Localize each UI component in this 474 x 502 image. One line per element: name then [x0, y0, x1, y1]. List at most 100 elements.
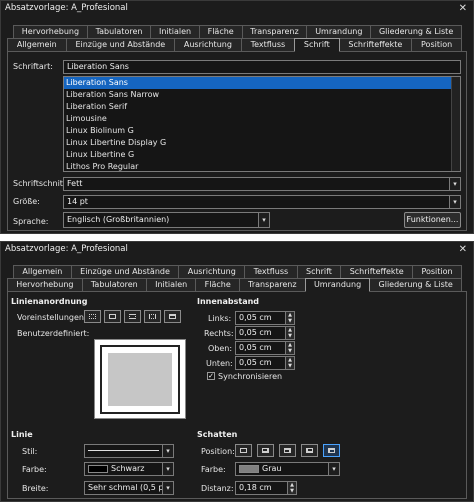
tab-row-front: Allgemein Einzüge und Abstände Ausrichtu… — [7, 38, 463, 52]
list-item[interactable]: Limousine — [64, 113, 460, 125]
shadow-bottom-left-button[interactable] — [301, 444, 318, 457]
tab-transparenz[interactable]: Transparenz — [238, 278, 306, 291]
dialog-title: Absatzvorlage: A_Profesional — [5, 3, 128, 13]
tab-schrifteffekte[interactable]: Schrifteffekte — [340, 265, 414, 278]
chevron-down-icon[interactable]: ▾ — [258, 213, 269, 227]
padding-right-input[interactable]: 0,05 cm ▲ ▼ — [235, 326, 295, 340]
chevron-down-icon[interactable]: ▾ — [328, 463, 339, 475]
line-color-value: Schwarz — [111, 464, 145, 473]
line-color-select[interactable]: Schwarz ▾ — [84, 462, 174, 476]
chevron-down-icon[interactable]: ▾ — [162, 445, 173, 457]
line-width-select[interactable]: Sehr schmal (0,5 pt) ▾ — [84, 481, 174, 495]
line-style-sample — [88, 450, 159, 451]
border-box-icon — [109, 314, 116, 319]
tab-einzuege-abstaende[interactable]: Einzüge und Abstände — [65, 38, 176, 51]
dialog-titlebar: Absatzvorlage: A_Profesional ✕ — [1, 242, 473, 257]
tab-umrandung[interactable]: Umrandung — [304, 278, 371, 292]
features-button[interactable]: Funktionen... — [404, 212, 461, 228]
shadow-bottom-right-button[interactable] — [257, 444, 274, 457]
list-item[interactable]: Linux Biolinum G — [64, 125, 460, 137]
border-none-icon — [89, 314, 96, 319]
tab-gliederung-liste[interactable]: Gliederung & Liste — [369, 278, 463, 291]
close-icon[interactable]: ✕ — [459, 242, 467, 257]
chevron-down-icon[interactable]: ▾ — [162, 463, 173, 475]
tab-allgemein[interactable]: Allgemein — [7, 38, 67, 51]
tab-row-front: Hervorhebung Tabulatoren Initialen Fläch… — [7, 278, 463, 292]
padding-bottom-input[interactable]: 0,05 cm ▲ ▼ — [235, 356, 295, 370]
chevron-down-icon[interactable]: ▾ — [449, 196, 460, 208]
shadow-color-select[interactable]: Grau ▾ — [235, 462, 340, 476]
padding-title: Innenabstand — [197, 297, 260, 306]
tab-schrift[interactable]: Schrift — [296, 265, 342, 278]
spin-arrows-icon[interactable]: ▲ ▼ — [287, 482, 296, 494]
chevron-down-icon[interactable]: ▾ — [162, 482, 173, 494]
preset-custom-button[interactable] — [164, 310, 181, 323]
list-item[interactable]: Linux Libertine Display G — [64, 137, 460, 149]
list-item[interactable]: Liberation Sans — [64, 77, 460, 89]
color-swatch — [239, 464, 259, 473]
padding-bottom-label: Unten: — [206, 359, 233, 368]
tab-gliederung-liste[interactable]: Gliederung & Liste — [370, 25, 463, 38]
line-style-select[interactable]: ▾ — [84, 444, 174, 458]
preset-box-button[interactable] — [104, 310, 121, 323]
line-color-label: Farbe: — [22, 465, 47, 474]
list-item[interactable]: Liberation Sans Narrow — [64, 89, 460, 101]
shadow-none-icon — [240, 448, 247, 453]
preset-left-right-button[interactable] — [144, 310, 161, 323]
tab-flaeche[interactable]: Fläche — [195, 278, 240, 291]
tab-position[interactable]: Position — [411, 38, 463, 51]
tab-allgemein[interactable]: Allgemein — [13, 265, 72, 278]
font-style-select[interactable]: Fett ▾ — [63, 177, 461, 191]
paragraph-style-dialog-borders: Absatzvorlage: A_Profesional ✕ Allgemein… — [0, 241, 474, 502]
font-size-select[interactable]: 14 pt ▾ — [63, 195, 461, 209]
tab-textfluss[interactable]: Textfluss — [244, 265, 298, 278]
close-icon[interactable]: ✕ — [459, 1, 467, 16]
tab-schrift[interactable]: Schrift — [294, 38, 340, 52]
tab-transparenz[interactable]: Transparenz — [241, 25, 308, 38]
tab-hervorhebung[interactable]: Hervorhebung — [13, 25, 88, 38]
shadow-top-left-icon — [328, 448, 335, 453]
font-family-input[interactable]: Liberation Sans — [63, 60, 461, 74]
tab-row-back: Hervorhebung Tabulatoren Initialen Fläch… — [13, 25, 463, 38]
list-scrollbar[interactable] — [451, 77, 460, 171]
tab-position[interactable]: Position — [412, 265, 462, 278]
sync-checkbox[interactable]: ✓ — [207, 372, 215, 380]
spin-arrows-icon[interactable]: ▲ ▼ — [285, 342, 294, 354]
shadow-top-right-button[interactable] — [279, 444, 296, 457]
border-preview-content — [108, 353, 172, 406]
tab-flaeche[interactable]: Fläche — [198, 25, 243, 38]
shadow-distance-input[interactable]: 0,18 cm ▲ ▼ — [235, 481, 297, 495]
font-style-value: Fett — [67, 179, 83, 188]
language-select[interactable]: Englisch (Großbritannien) ▾ — [63, 212, 270, 228]
padding-left-value: 0,05 cm — [239, 313, 272, 322]
tab-textfluss[interactable]: Textfluss — [240, 38, 296, 51]
tab-tabulatoren[interactable]: Tabulatoren — [86, 25, 152, 38]
tab-hervorhebung[interactable]: Hervorhebung — [7, 278, 83, 291]
tab-schrifteffekte[interactable]: Schrifteffekte — [338, 38, 413, 51]
spin-arrows-icon[interactable]: ▲ ▼ — [285, 327, 294, 339]
font-family-list[interactable]: Liberation Sans Liberation Sans Narrow L… — [63, 76, 461, 172]
tab-ausrichtung[interactable]: Ausrichtung — [178, 265, 246, 278]
list-item[interactable]: Lithos Pro Regular — [64, 161, 460, 171]
tab-initialen[interactable]: Initialen — [145, 278, 197, 291]
padding-right-label: Rechts: — [204, 329, 234, 338]
preset-top-bottom-button[interactable] — [124, 310, 141, 323]
tab-tabulatoren[interactable]: Tabulatoren — [81, 278, 147, 291]
spin-arrows-icon[interactable]: ▲ ▼ — [285, 312, 294, 324]
chevron-down-icon[interactable]: ▾ — [449, 178, 460, 190]
list-item[interactable]: Liberation Serif — [64, 101, 460, 113]
shadow-top-left-button[interactable] — [323, 444, 340, 457]
padding-top-input[interactable]: 0,05 cm ▲ ▼ — [235, 341, 295, 355]
tab-ausrichtung[interactable]: Ausrichtung — [174, 38, 242, 51]
tab-initialen[interactable]: Initialen — [150, 25, 200, 38]
shadow-none-button[interactable] — [235, 444, 252, 457]
tab-umrandung[interactable]: Umrandung — [306, 25, 372, 38]
spin-arrows-icon[interactable]: ▲ ▼ — [285, 357, 294, 369]
list-item[interactable]: Linux Libertine G — [64, 149, 460, 161]
paragraph-style-dialog-font: Absatzvorlage: A_Profesional ✕ Hervorheb… — [0, 0, 474, 234]
tab-einzuege-abstaende[interactable]: Einzüge und Abstände — [70, 265, 180, 278]
preset-none-button[interactable] — [84, 310, 101, 323]
custom-label: Benutzerdefiniert: — [17, 329, 90, 338]
padding-left-input[interactable]: 0,05 cm ▲ ▼ — [235, 311, 295, 325]
border-preview[interactable] — [94, 339, 186, 419]
